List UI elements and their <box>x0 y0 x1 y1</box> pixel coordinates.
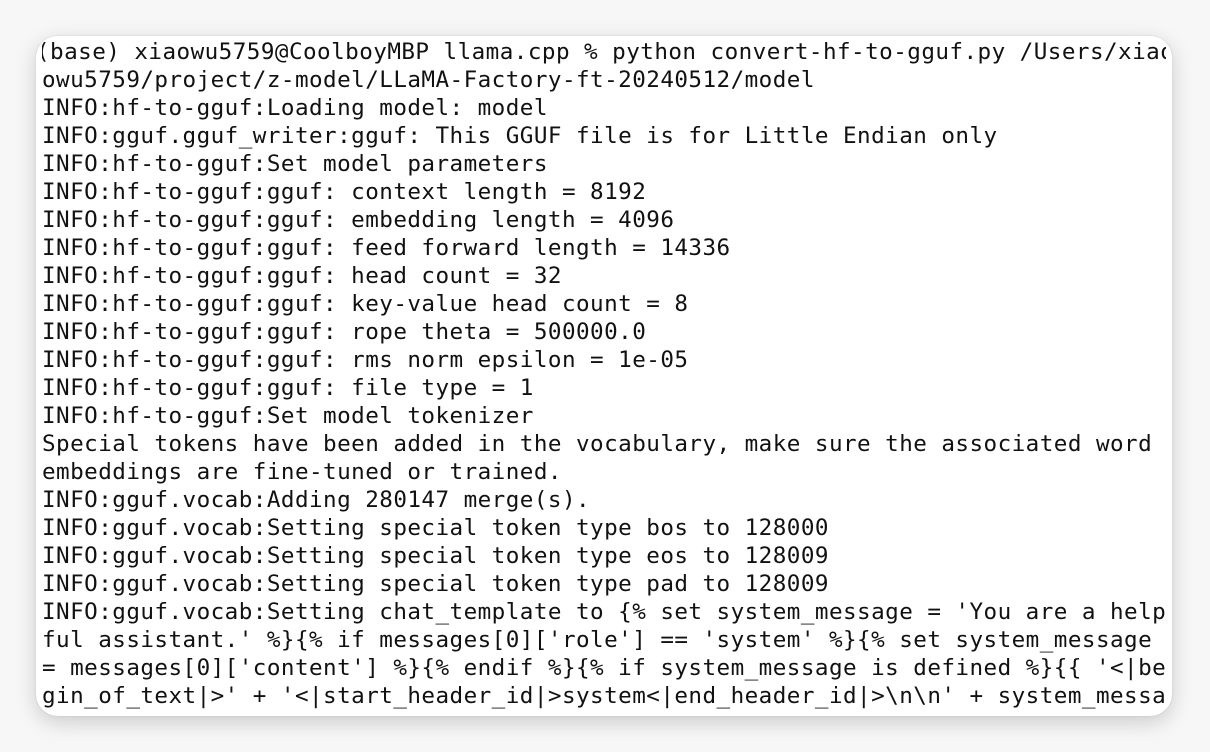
terminal-output[interactable]: (base) xiaowu5759@CoolboyMBP llama.cpp %… <box>42 38 1166 714</box>
terminal-line: INFO:hf-to-gguf:Loading model: model <box>42 95 548 121</box>
terminal-line: INFO:hf-to-gguf:gguf: context length = 8… <box>42 179 647 205</box>
terminal-line: embeddings are fine-tuned or trained. <box>42 459 562 485</box>
terminal-line: ful assistant.' %}{% if messages[0]['rol… <box>42 627 1153 653</box>
terminal-line: INFO:hf-to-gguf:gguf: rope theta = 50000… <box>42 319 647 345</box>
terminal-line: INFO:hf-to-gguf:gguf: feed forward lengt… <box>42 235 731 261</box>
terminal-line: INFO:hf-to-gguf:gguf: key-value head cou… <box>42 291 689 317</box>
terminal-line: INFO:hf-to-gguf:gguf: head count = 32 <box>42 263 562 289</box>
terminal-line: INFO:hf-to-gguf:gguf: embedding length =… <box>42 207 675 233</box>
terminal-line: owu5759/project/z-model/LLaMA-Factory-ft… <box>42 67 815 93</box>
terminal-line: INFO:hf-to-gguf:Set model parameters <box>42 151 548 177</box>
terminal-line: INFO:gguf.vocab:Setting special token ty… <box>42 515 829 541</box>
terminal-line: gin_of_text|>' + '<|start_header_id|>sys… <box>42 683 1166 709</box>
terminal-line: (base) xiaowu5759@CoolboyMBP llama.cpp %… <box>42 39 1166 65</box>
terminal-line: INFO:gguf.vocab:Adding 280147 merge(s). <box>42 487 591 513</box>
terminal-line: = messages[0]['content'] %}{% endif %}{%… <box>42 655 1166 681</box>
terminal-line: INFO:gguf.vocab:Setting chat_template to… <box>42 599 1166 625</box>
terminal-line: INFO:hf-to-gguf:gguf: file type = 1 <box>42 375 534 401</box>
terminal-line: Special tokens have been added in the vo… <box>42 431 1153 457</box>
terminal-line: INFO:hf-to-gguf:Set model tokenizer <box>42 403 534 429</box>
terminal-line: INFO:hf-to-gguf:gguf: rms norm epsilon =… <box>42 347 689 373</box>
terminal-line: INFO:gguf.gguf_writer:gguf: This GGUF fi… <box>42 123 998 149</box>
screenshot-frame: (base) xiaowu5759@CoolboyMBP llama.cpp %… <box>36 36 1172 716</box>
terminal-line: INFO:gguf.vocab:Setting special token ty… <box>42 571 829 597</box>
terminal-line: INFO:gguf.vocab:Setting special token ty… <box>42 543 829 569</box>
